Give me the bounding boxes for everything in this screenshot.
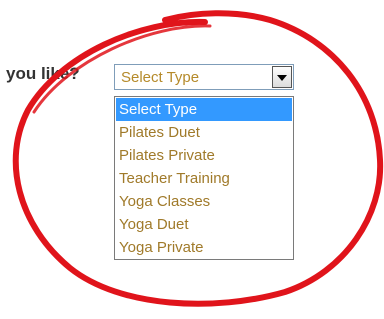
option-yoga-duet[interactable]: Yoga Duet [116, 213, 292, 236]
type-select[interactable]: Select Type [114, 64, 294, 90]
dropdown-arrow-button[interactable] [272, 66, 292, 88]
question-label: you like? [6, 64, 80, 83]
option-select-type[interactable]: Select Type [116, 98, 292, 121]
option-pilates-duet[interactable]: Pilates Duet [116, 121, 292, 144]
type-dropdown-list: Select Type Pilates Duet Pilates Private… [114, 96, 294, 260]
chevron-down-icon [277, 75, 287, 81]
option-yoga-private[interactable]: Yoga Private [116, 236, 292, 259]
select-current-value: Select Type [121, 69, 200, 86]
option-pilates-private[interactable]: Pilates Private [116, 144, 292, 167]
option-yoga-classes[interactable]: Yoga Classes [116, 190, 292, 213]
option-teacher-training[interactable]: Teacher Training [116, 167, 292, 190]
